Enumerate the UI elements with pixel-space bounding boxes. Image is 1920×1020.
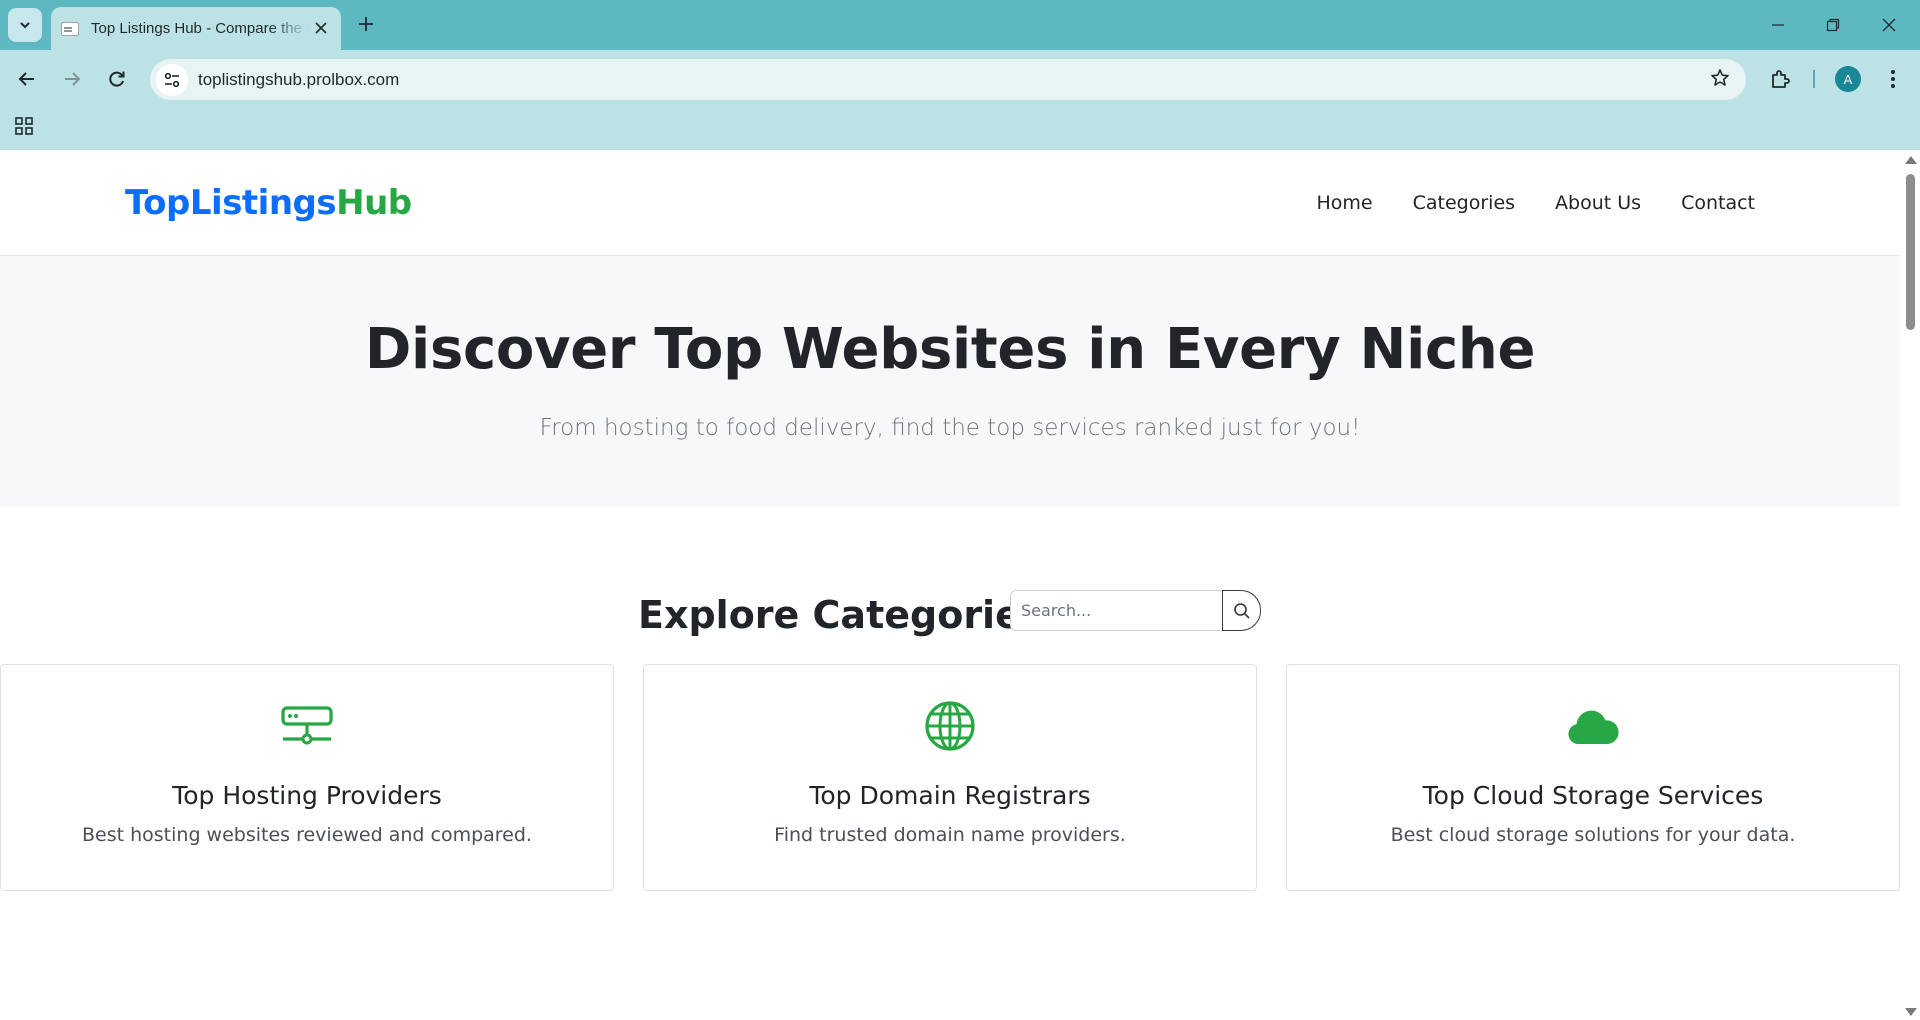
category-card-hosting[interactable]: Top Hosting Providers Best hosting websi… — [0, 664, 614, 891]
arrow-left-icon — [18, 72, 34, 86]
grid-icon — [15, 117, 33, 135]
kebab-icon — [1891, 70, 1895, 88]
scroll-thumb[interactable] — [1906, 174, 1915, 330]
category-card-cloud-storage[interactable]: Top Cloud Storage Services Best cloud st… — [1286, 664, 1900, 891]
close-window-button[interactable] — [1862, 0, 1916, 50]
server-icon — [281, 706, 333, 745]
tab-title: Top Listings Hub - Compare the Best Webs… — [91, 20, 309, 37]
plus-icon — [359, 17, 373, 31]
categories-title: Explore Categories — [638, 593, 1044, 637]
forward-button[interactable] — [55, 62, 89, 96]
nav-categories[interactable]: Categories — [1413, 192, 1515, 214]
card-description: Best cloud storage solutions for your da… — [1390, 824, 1796, 846]
tab-search-button[interactable] — [8, 8, 42, 42]
card-title: Top Cloud Storage Services — [1422, 781, 1764, 810]
card-title: Top Domain Registrars — [809, 781, 1091, 810]
restore-button[interactable] — [1806, 0, 1860, 50]
toolbar-separator — [1813, 70, 1815, 88]
apps-button[interactable] — [10, 112, 38, 140]
tab-close-button[interactable] — [311, 18, 331, 38]
logo-part-hub: Hub — [336, 183, 412, 223]
puzzle-icon — [1772, 70, 1790, 88]
scroll-down-arrow[interactable] — [1905, 1008, 1917, 1016]
card-description: Find trusted domain name providers. — [774, 824, 1126, 846]
cloud-icon — [1568, 710, 1619, 744]
browser-tab-strip: Top Listings Hub - Compare the Best Webs… — [0, 0, 1920, 50]
nav-home[interactable]: Home — [1317, 192, 1373, 214]
browser-tab[interactable]: Top Listings Hub - Compare the Best Webs… — [51, 7, 341, 50]
search-icon — [1233, 602, 1250, 619]
category-card-domains[interactable]: Top Domain Registrars Find trusted domai… — [643, 664, 1257, 891]
star-icon — [1711, 69, 1729, 86]
extensions-button[interactable] — [1764, 62, 1798, 96]
categories-header: Explore Categories — [0, 580, 1900, 640]
nav-contact[interactable]: Contact — [1681, 192, 1755, 214]
browser-toolbar: toplistingshub.prolbox.com A — [0, 50, 1920, 158]
reload-icon — [109, 71, 125, 87]
hero-section: Discover Top Websites in Every Niche Fro… — [0, 257, 1900, 507]
tune-icon — [164, 72, 180, 87]
search-input[interactable] — [1010, 590, 1222, 631]
page-scrollbar[interactable] — [1900, 150, 1920, 1020]
back-button[interactable] — [10, 62, 44, 96]
card-title: Top Hosting Providers — [172, 781, 442, 810]
hero-subtitle: From hosting to food delivery, find the … — [539, 415, 1361, 441]
category-search — [1010, 590, 1261, 631]
close-icon — [315, 22, 327, 34]
chevron-down-icon — [20, 22, 30, 29]
card-description: Best hosting websites reviewed and compa… — [82, 824, 532, 846]
scroll-up-arrow[interactable] — [1905, 156, 1917, 164]
nav-about-us[interactable]: About Us — [1555, 192, 1641, 214]
site-header: TopListingsHub Home Categories About Us … — [0, 150, 1900, 256]
minimize-button[interactable] — [1751, 0, 1805, 50]
globe-icon — [925, 701, 975, 751]
arrow-right-icon — [65, 72, 81, 86]
bookmark-button[interactable] — [1710, 68, 1730, 93]
main-nav: Home Categories About Us Contact — [1277, 192, 1755, 214]
close-icon — [1882, 18, 1896, 32]
hero-title: Discover Top Websites in Every Niche — [364, 317, 1536, 382]
favicon-icon — [61, 21, 79, 36]
minimize-icon — [1772, 24, 1784, 26]
site-logo[interactable]: TopListingsHub — [125, 183, 412, 223]
url-text[interactable]: toplistingshub.prolbox.com — [198, 70, 399, 90]
new-tab-button[interactable] — [352, 10, 380, 38]
restore-icon — [1826, 18, 1840, 32]
search-button[interactable] — [1222, 590, 1261, 631]
browser-menu-button[interactable] — [1878, 62, 1908, 96]
profile-avatar[interactable]: A — [1835, 66, 1861, 92]
page-viewport: TopListingsHub Home Categories About Us … — [0, 150, 1900, 1020]
address-bar[interactable]: toplistingshub.prolbox.com — [150, 59, 1746, 100]
logo-part-top: TopListings — [125, 183, 337, 223]
reload-button[interactable] — [100, 62, 134, 96]
site-info-button[interactable] — [156, 63, 188, 96]
